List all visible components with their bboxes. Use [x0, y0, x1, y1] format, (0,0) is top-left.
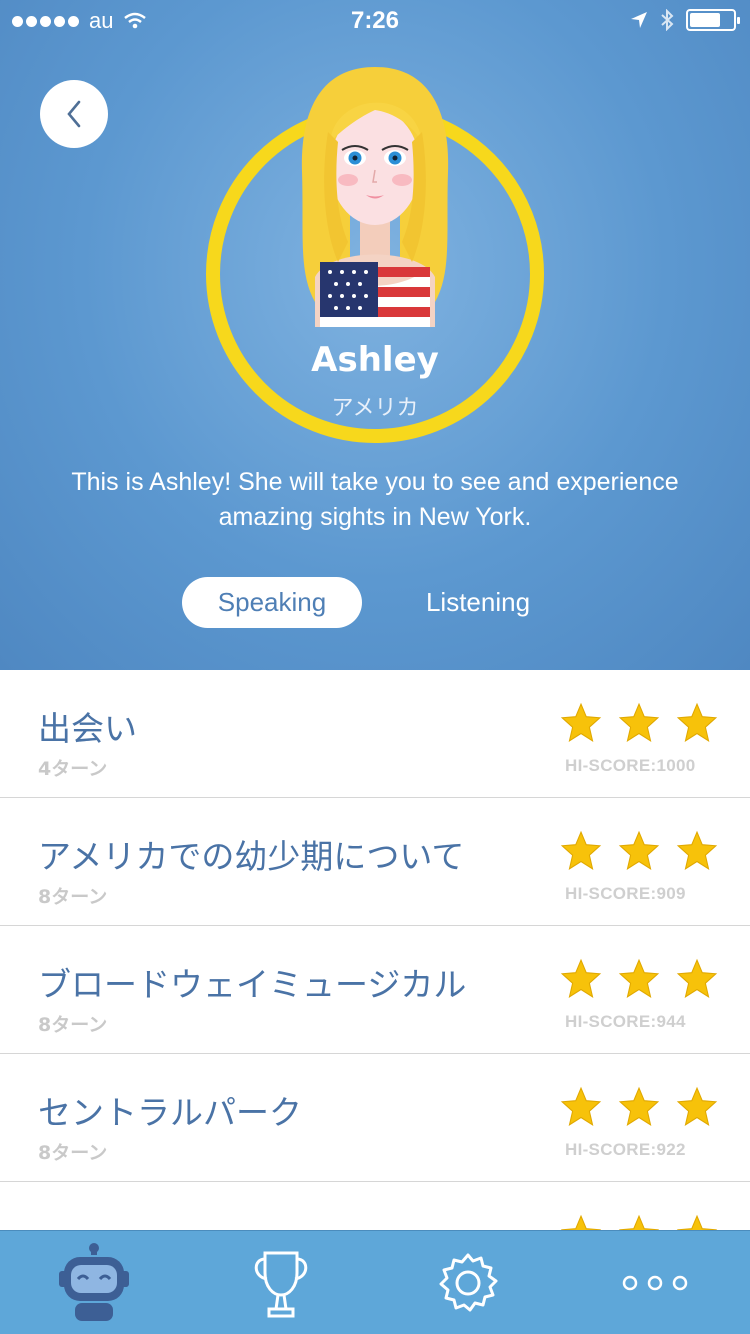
character-name: Ashley — [311, 340, 439, 380]
location-arrow-icon — [631, 12, 647, 28]
tab-trophy[interactable] — [187, 1231, 374, 1334]
star-rating — [560, 958, 718, 1000]
list-item[interactable]: セントラルパーク 8ターン HI-SCORE:922 — [0, 1054, 750, 1182]
bottom-tab-bar — [0, 1230, 750, 1334]
star-icon — [676, 1214, 718, 1230]
list-item[interactable]: アメリカでの幼少期について 8ターン HI-SCORE:909 — [0, 798, 750, 926]
star-rating — [560, 702, 718, 744]
character-description: This is Ashley! She will take you to see… — [71, 468, 679, 531]
chevron-left-icon — [67, 100, 81, 128]
lesson-title: ブロードウェイミュージカル — [38, 965, 467, 1004]
status-bar: au 7:26 — [0, 0, 750, 40]
back-button[interactable] — [40, 80, 108, 148]
star-rating — [560, 1214, 718, 1230]
star-icon — [676, 1086, 718, 1126]
lesson-hi-score: HI-SCORE:922 — [565, 1140, 686, 1159]
star-icon — [618, 1086, 660, 1126]
star-icon — [676, 958, 718, 998]
star-rating — [560, 1086, 718, 1128]
star-icon — [560, 830, 602, 870]
lesson-turns: 8ターン — [38, 886, 108, 908]
star-icon — [676, 830, 718, 870]
lesson-turns: 4ターン — [38, 758, 108, 780]
list-item[interactable]: ブロードウェイミュージカル 8ターン HI-SCORE:944 — [0, 926, 750, 1054]
star-rating — [560, 830, 718, 872]
lesson-hi-score: HI-SCORE:1000 — [565, 756, 696, 775]
character-country: アメリカ — [331, 396, 419, 421]
lesson-hi-score: HI-SCORE:909 — [565, 884, 686, 903]
lesson-title: 出会い — [38, 709, 137, 748]
lesson-title: セントラルパーク — [38, 1093, 302, 1132]
lesson-turns: 8ターン — [38, 1142, 108, 1164]
more-icon — [622, 1275, 687, 1291]
tab-more[interactable] — [561, 1231, 748, 1334]
lesson-hi-score: HI-SCORE:944 — [565, 1012, 686, 1031]
robot-icon — [58, 1243, 129, 1321]
character-avatar[interactable] — [290, 62, 460, 327]
list-item[interactable] — [0, 1182, 750, 1230]
trophy-icon — [254, 1251, 307, 1318]
tab-robot[interactable] — [0, 1231, 187, 1334]
status-right — [630, 9, 740, 31]
star-icon — [618, 702, 660, 742]
tab-speaking[interactable]: Speaking — [182, 577, 362, 628]
star-icon — [618, 830, 660, 870]
lesson-turns: 8ターン — [38, 1014, 108, 1036]
lesson-title: アメリカでの幼少期について — [38, 837, 465, 876]
star-icon — [676, 702, 718, 742]
bluetooth-icon — [661, 9, 674, 31]
battery-icon — [686, 9, 740, 31]
list-item[interactable]: 出会い 4ターン HI-SCORE:1000 — [0, 670, 750, 798]
tab-listening[interactable]: Listening — [396, 577, 560, 628]
star-icon — [560, 702, 602, 742]
lesson-list: 出会い 4ターン HI-SCORE:1000 アメリカでの幼少期について 8ター… — [0, 670, 750, 1230]
star-icon — [560, 1214, 602, 1230]
gear-icon — [439, 1253, 497, 1312]
character-header: au 7:26 Ashley アメリカ This is Ashley! She … — [0, 0, 750, 670]
tab-settings[interactable] — [374, 1231, 561, 1334]
star-icon — [618, 1214, 660, 1230]
star-icon — [560, 958, 602, 998]
star-icon — [560, 1086, 602, 1126]
star-icon — [618, 958, 660, 998]
